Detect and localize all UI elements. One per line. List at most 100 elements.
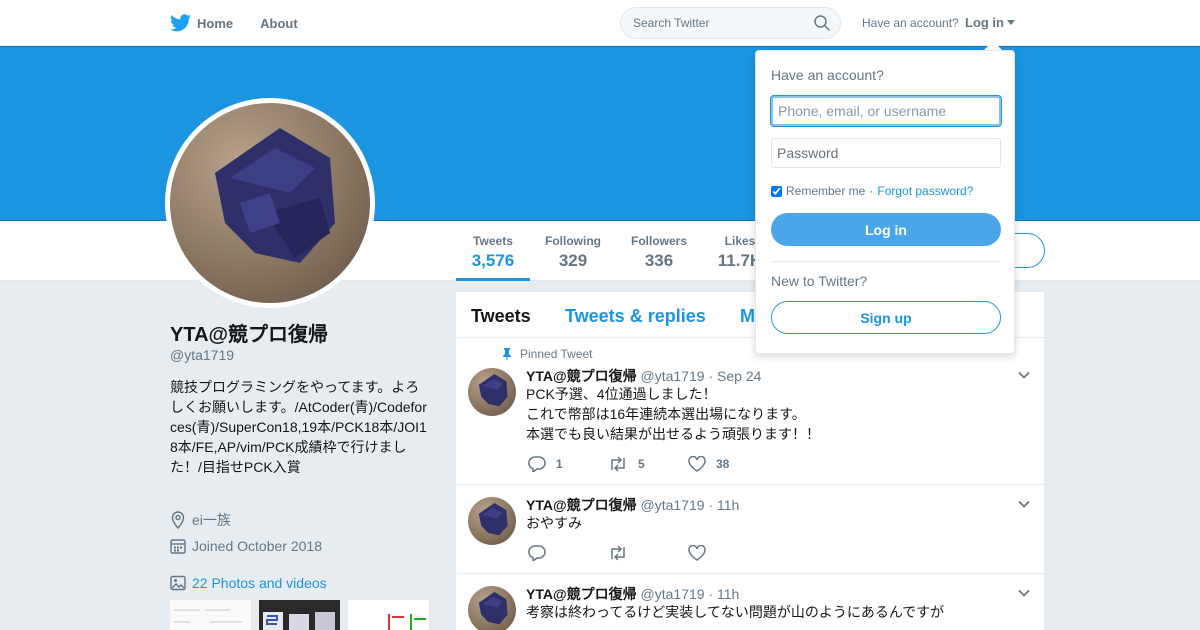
login-dropdown: Have an account? Remember me · Forgot pa… (755, 50, 1015, 354)
stat-value: 3,576 (471, 251, 515, 270)
like-button[interactable] (688, 545, 716, 561)
tweet-avatar[interactable] (468, 497, 516, 545)
retweet-button[interactable] (608, 545, 638, 561)
profile-handle[interactable]: @yta1719 (170, 347, 234, 363)
tweet-separator: · (708, 368, 714, 384)
tweet-timestamp[interactable]: 11h (717, 497, 739, 513)
retweet-icon (611, 456, 625, 472)
tweet-author-name[interactable]: YTA@競プロ復帰 (526, 497, 637, 513)
profile-joined: Joined October 2018 (170, 538, 322, 554)
tweet-avatar[interactable] (468, 368, 516, 416)
tweet[interactable]: YTA@競プロ復帰 @yta1719 · 11h 考察は終わってるけど実装してな… (456, 574, 1044, 630)
stat-label: Following (545, 234, 601, 248)
stat-label: Tweets (473, 234, 513, 248)
remember-me-row: Remember me · Forgot password? (771, 184, 973, 198)
tweet[interactable]: Pinned Tweet YTA@競プロ復帰 @yta1719 · Sep 24… (456, 338, 1044, 485)
have-account-text: Have an account? (862, 16, 959, 30)
chevron-down-icon[interactable] (1017, 368, 1031, 382)
chevron-down-icon[interactable] (1017, 586, 1031, 600)
reply-button[interactable]: 1 (528, 456, 563, 472)
caret-down-icon (1007, 20, 1015, 25)
tweet-text-line: これで幣部は16年連続本選出場になります。 (526, 406, 806, 422)
new-to-twitter-text: New to Twitter? (771, 273, 868, 289)
tweet-text-line: 考察は終わってるけど実装してない問題が山のようにあるんですが (526, 604, 945, 620)
tweet-author-handle[interactable]: @yta1719 (641, 368, 705, 384)
tweet-separator: · (708, 586, 714, 602)
stat-tweets[interactable]: Tweets 3,576 (456, 221, 530, 281)
joined-text: Joined October 2018 (192, 538, 322, 554)
tweet-avatar[interactable] (468, 586, 516, 630)
photo-thumbnail[interactable] (170, 600, 251, 630)
dropdown-arrow (984, 41, 1002, 50)
nav-home-link[interactable]: Home (170, 0, 233, 46)
top-navigation-bar: Home About Have an account? Log in (0, 0, 1200, 46)
twitter-bird-icon (170, 14, 191, 32)
forgot-password-link[interactable]: Forgot password? (877, 184, 973, 198)
thumbnail-screenshot-graphic (170, 600, 251, 630)
avatar-image (170, 103, 370, 303)
search-icon[interactable] (814, 15, 830, 31)
reply-count: 1 (556, 457, 563, 471)
tweet-text: PCK予選、4位通過しました！ これで幣部は16年連続本選出場になります。 本選… (526, 384, 820, 444)
profile-avatar[interactable] (165, 98, 375, 308)
remember-me-label[interactable]: Remember me (786, 184, 865, 198)
stat-followers[interactable]: Followers 336 (626, 221, 692, 281)
tweet-text-line: PCK予選、4位通過しました！ (526, 386, 717, 402)
stat-label: Followers (630, 234, 687, 248)
reply-icon (528, 456, 546, 472)
tweet-header: YTA@競プロ復帰 @yta1719 · Sep 24 (526, 366, 761, 386)
tweet-text-line: 本選でも良い結果が出せるよう頑張ります！！ (526, 426, 820, 442)
tweet-text: 考察は終わってるけど実装してない問題が山のようにあるんですが (526, 602, 944, 622)
chevron-down-icon[interactable] (1017, 497, 1031, 511)
search-input[interactable] (633, 16, 803, 30)
nav-home-label: Home (197, 15, 234, 31)
tab-tweets-replies[interactable]: Tweets & replies (565, 306, 706, 327)
tweet-timestamp[interactable]: Sep 24 (717, 368, 761, 384)
tweet[interactable]: YTA@競プロ復帰 @yta1719 · 11h おやすみ (456, 485, 1044, 574)
remember-me-checkbox[interactable] (771, 185, 782, 197)
like-count: 38 (716, 457, 730, 471)
tweet-author-handle[interactable]: @yta1719 (641, 497, 705, 513)
avatar-object-graphic (478, 374, 508, 407)
profile-bio: 競技プログラミングをやってます。よろしくお願いします。/AtCoder(青)/C… (170, 379, 427, 475)
reply-button[interactable] (528, 545, 556, 561)
like-button[interactable]: 38 (688, 456, 729, 472)
tweet-text: おやすみ (526, 513, 582, 533)
login-toggle-label: Log in (965, 15, 1004, 30)
signup-button[interactable]: Sign up (771, 301, 1001, 334)
image-icon (170, 575, 186, 591)
heart-icon (688, 456, 706, 472)
stat-value: 329 (558, 251, 588, 270)
photo-thumbnail[interactable] (259, 600, 340, 630)
photo-thumbnail[interactable] (348, 600, 429, 630)
tweet-timestamp[interactable]: 11h (717, 586, 739, 602)
pinned-label: Pinned Tweet (502, 347, 593, 361)
tab-tweets[interactable]: Tweets (471, 306, 531, 327)
tweet-separator: · (708, 497, 714, 513)
retweet-icon (611, 545, 625, 561)
pin-icon (503, 348, 511, 360)
photos-videos-link[interactable]: 22 Photos and videos (170, 575, 327, 591)
login-button[interactable]: Log in (771, 213, 1001, 246)
stat-following[interactable]: Following 329 (540, 221, 606, 281)
retweet-button[interactable]: 5 (608, 456, 645, 472)
avatar-object-graphic (478, 503, 508, 536)
avatar-object-graphic (215, 128, 335, 263)
profile-location: ei一族 (170, 510, 231, 530)
password-field[interactable] (771, 138, 1001, 168)
calendar-icon (170, 539, 186, 554)
profile-name[interactable]: YTA@競プロ復帰 (170, 318, 328, 347)
search-box[interactable] (620, 7, 841, 39)
username-field[interactable] (770, 95, 1002, 127)
location-pin-icon (171, 511, 185, 529)
login-dropdown-toggle[interactable]: Log in (965, 15, 1015, 30)
nav-about-link[interactable]: About (260, 0, 298, 46)
tweet-author-name[interactable]: YTA@競プロ復帰 (526, 586, 637, 602)
tweet-author-name[interactable]: YTA@競プロ復帰 (526, 368, 637, 384)
tweet-author-handle[interactable]: @yta1719 (641, 586, 705, 602)
tweet-text-line: おやすみ (526, 515, 582, 531)
tweet-header: YTA@競プロ復帰 @yta1719 · 11h (526, 584, 739, 604)
photos-link-label: 22 Photos and videos (192, 575, 327, 591)
tweet-header: YTA@競プロ復帰 @yta1719 · 11h (526, 495, 739, 515)
nav-left: Home About (170, 0, 298, 46)
